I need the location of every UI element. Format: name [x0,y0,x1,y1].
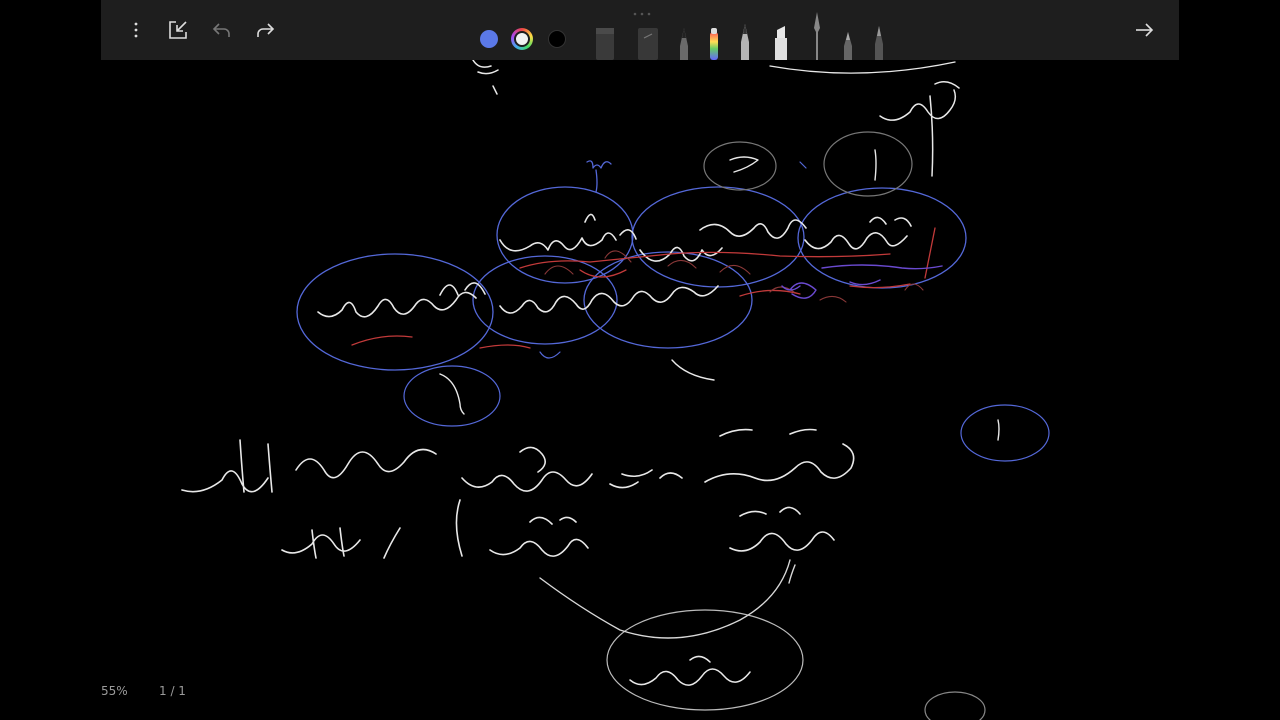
handwriting-stroke [489,516,589,557]
marker-tool-icon[interactable] [771,8,791,60]
handwriting-stroke [281,499,463,559]
handwriting-stroke [729,156,759,173]
handwriting-stroke [804,216,912,250]
eraser-tool-icon[interactable] [594,8,616,60]
handwriting-stroke [997,419,1000,441]
color-swatch-inner [514,31,530,47]
pencil-tool-icon[interactable] [738,8,752,60]
grey-ellipse [606,609,804,711]
blue-ellipse [403,365,501,427]
handwriting-stroke [671,359,715,381]
blue-ellipse [960,404,1050,462]
handwriting-stroke [439,373,465,415]
color-swatch-white-selected[interactable] [511,28,533,50]
fountain-pen-tool-icon[interactable] [810,8,824,60]
shrink-icon [169,21,187,39]
more-options-button[interactable] [124,18,148,42]
handwriting-stroke [499,213,637,252]
page-indicator[interactable]: 1 / 1 [159,684,186,698]
blue-ellipse [472,255,618,345]
handwriting-stroke [181,439,437,493]
next-page-button[interactable] [1132,18,1156,42]
pen-tool-icon[interactable] [677,8,691,60]
grey-ellipse [823,131,913,197]
more-vertical-icon [134,22,138,38]
blue-ellipse [797,187,967,289]
handwriting-stroke [499,285,719,314]
highlighter-rainbow-tool-icon[interactable] [707,8,721,60]
grey-ellipse [703,141,777,191]
blue-stroke [781,264,943,299]
drawing-canvas[interactable] [0,0,1280,720]
lasso-tool-icon[interactable] [636,8,660,60]
blue-ellipse [631,186,805,288]
handwriting-stroke [629,655,751,686]
brush-tool-icon[interactable] [841,8,855,60]
color-swatch-blue[interactable] [480,30,498,48]
redo-icon [257,23,275,37]
fineliner-tool-icon[interactable] [872,8,886,60]
handwriting-stroke [461,446,593,492]
handwriting-stroke [874,149,877,181]
exit-fullscreen-button[interactable] [166,18,190,42]
color-swatch-black[interactable] [548,30,566,48]
handwriting-stroke [769,61,956,74]
zoom-level[interactable]: 55% [101,684,128,698]
handwriting-stroke [539,559,796,639]
redo-button[interactable] [253,18,277,42]
red-stroke [351,227,936,349]
blue-ellipse [296,253,494,371]
handwriting-stroke [586,160,612,193]
blue-stroke [539,161,807,359]
undo-button[interactable] [210,18,234,42]
handwriting-stroke [317,282,486,318]
handwriting-stroke [609,428,855,489]
grey-ellipse [924,691,986,720]
handwriting-stroke [879,81,960,177]
undo-icon [212,23,230,37]
top-toolbar [101,0,1179,60]
handwriting-stroke [729,506,835,552]
arrow-right-icon [1136,23,1154,37]
